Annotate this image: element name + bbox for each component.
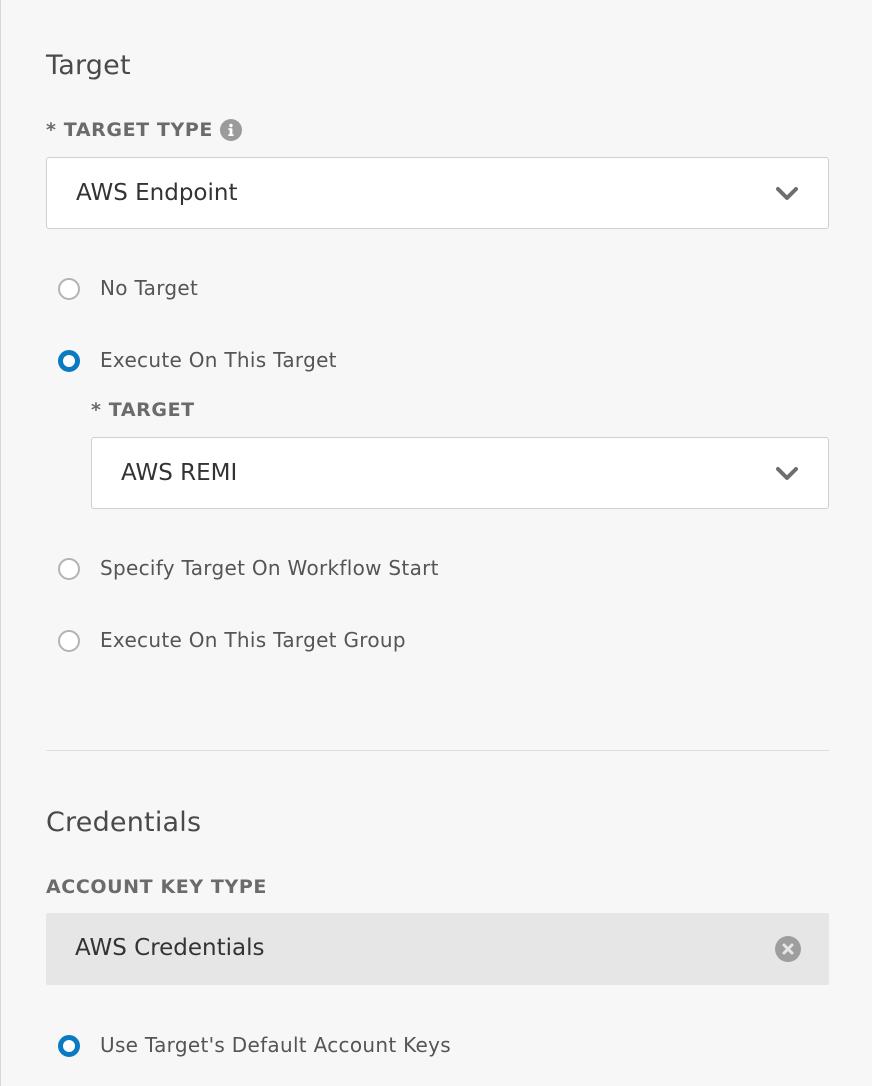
target-label: * TARGET	[91, 399, 195, 421]
target-type-select[interactable]: AWS Endpoint	[46, 157, 829, 229]
credentials-section-title: Credentials	[46, 807, 202, 838]
chevron-down-icon	[773, 460, 801, 488]
account-key-type-value: AWS Credentials	[75, 935, 265, 961]
target-section-title: Target	[46, 50, 131, 81]
properties-panel: Target * TARGET TYPE AWS Endpoint No Tar…	[0, 0, 871, 1086]
radio-label-no-target: No Target	[100, 276, 199, 300]
target-type-value: AWS Endpoint	[76, 180, 238, 206]
radio-execute-on-this-target[interactable]	[58, 350, 80, 372]
section-divider	[46, 750, 829, 751]
radio-specify-target-on-workflow-start[interactable]	[58, 558, 80, 580]
radio-no-target[interactable]	[58, 278, 80, 300]
account-key-type-field: AWS Credentials	[46, 913, 829, 985]
radio-label-specify-target-on-workflow-start: Specify Target On Workflow Start	[100, 556, 439, 580]
clear-icon[interactable]	[775, 936, 801, 962]
account-key-type-label: ACCOUNT KEY TYPE	[46, 876, 267, 898]
radio-use-target-default-account-keys[interactable]	[58, 1035, 80, 1057]
target-type-label: * TARGET TYPE	[46, 119, 213, 141]
radio-label-execute-on-this-target: Execute On This Target	[100, 348, 337, 372]
radio-label-use-target-default-account-keys: Use Target's Default Account Keys	[100, 1033, 451, 1057]
chevron-down-icon	[773, 180, 801, 208]
info-icon[interactable]	[220, 119, 242, 141]
target-select[interactable]: AWS REMI	[91, 437, 829, 509]
radio-execute-on-this-target-group[interactable]	[58, 630, 80, 652]
target-value: AWS REMI	[121, 460, 238, 486]
radio-label-execute-on-this-target-group: Execute On This Target Group	[100, 628, 406, 652]
